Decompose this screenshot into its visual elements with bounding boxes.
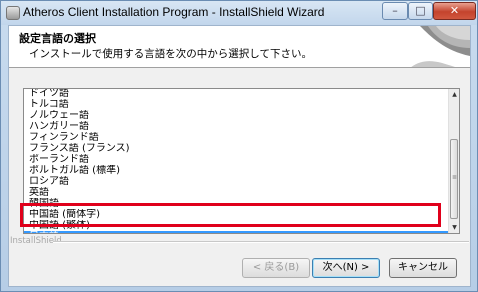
scroll-down-icon[interactable]: ▼ <box>449 222 459 233</box>
list-item[interactable]: ノルウェー語 <box>24 110 448 121</box>
installer-window: Atheros Client Installation Program - In… <box>0 0 478 292</box>
language-listbox[interactable]: ドイツ語 トルコ語 ノルウェー語 ハンガリー語 フィンランド語 フランス語 (フランス) ポ… <box>23 88 460 234</box>
list-item[interactable]: ドイツ語 <box>24 89 448 99</box>
dialog-header: 設定言語の選択 インストールで使用する言語を次の中から選択して下さい。 <box>9 26 470 68</box>
page-title: 設定言語の選択 <box>19 32 96 45</box>
header-graphic-icon <box>411 26 470 67</box>
list-item[interactable]: ロシア語 <box>24 176 448 187</box>
maximize-button[interactable]: □ <box>408 2 433 20</box>
close-button[interactable]: ✕ <box>433 2 476 20</box>
list-item[interactable]: ハンガリー語 <box>24 121 448 132</box>
list-item[interactable]: 中国語 (繁体) <box>24 220 448 231</box>
dialog-body: 設定言語の選択 インストールで使用する言語を次の中から選択して下さい。 ドイツ語… <box>8 25 471 287</box>
title-bar[interactable]: Atheros Client Installation Program - In… <box>1 1 477 25</box>
language-list: ドイツ語 トルコ語 ノルウェー語 ハンガリー語 フィンランド語 フランス語 (フランス) ポ… <box>24 89 448 233</box>
app-icon <box>6 6 20 20</box>
list-item[interactable]: 中国語 (簡体字) <box>24 209 448 220</box>
list-item[interactable]: ポーランド語 <box>24 154 448 165</box>
list-item[interactable]: トルコ語 <box>24 99 448 110</box>
list-item[interactable]: 英語 <box>24 187 448 198</box>
list-item[interactable]: フランス語 (フランス) <box>24 143 448 154</box>
list-item[interactable]: フィンランド語 <box>24 132 448 143</box>
scroll-up-icon[interactable]: ▲ <box>449 89 459 100</box>
cancel-button[interactable]: キャンセル <box>389 258 457 278</box>
page-subtitle: インストールで使用する言語を次の中から選択して下さい。 <box>29 48 312 60</box>
window-title: Atheros Client Installation Program - In… <box>23 5 325 19</box>
back-button[interactable]: < 戻る(B) <box>242 258 310 278</box>
scroll-thumb[interactable]: = = <box>450 139 458 219</box>
footer-divider <box>53 241 469 243</box>
list-item[interactable]: 日本語 <box>24 231 448 233</box>
scroll-grip-icon: = = <box>452 173 458 182</box>
next-button[interactable]: 次へ(N) > <box>312 258 380 278</box>
vertical-scrollbar[interactable]: ▲ = = ▼ <box>448 89 459 233</box>
minimize-button[interactable]: – <box>382 2 408 20</box>
list-item[interactable]: ポルトガル語 (標準) <box>24 165 448 176</box>
list-item[interactable]: 韓国語 <box>24 198 448 209</box>
